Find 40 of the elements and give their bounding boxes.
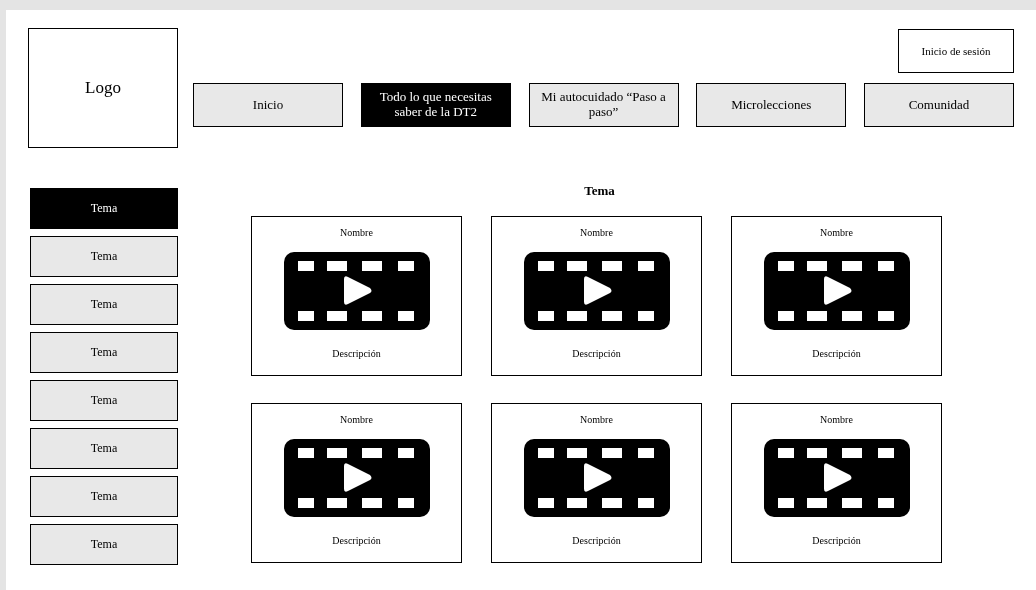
video-card[interactable]: Nombre Descripción xyxy=(491,215,702,376)
film-play-icon xyxy=(763,251,910,330)
topic-button[interactable]: Tema xyxy=(30,284,178,325)
video-description: Descripción xyxy=(812,533,861,548)
nav-tab[interactable]: Microlecciones xyxy=(696,83,847,127)
video-card[interactable]: Nombre Descripción xyxy=(731,402,942,563)
video-description: Descripción xyxy=(332,346,381,361)
video-card[interactable]: Nombre Descripción xyxy=(251,215,462,376)
video-name: Nombre xyxy=(820,225,853,240)
logo-text: Logo xyxy=(85,78,121,98)
nav-tab[interactable]: Inicio xyxy=(193,83,343,127)
video-description: Descripción xyxy=(572,346,621,361)
film-play-icon xyxy=(523,438,670,517)
video-description: Descripción xyxy=(572,533,621,548)
topic-button[interactable]: Tema xyxy=(30,236,178,277)
film-play-icon xyxy=(763,438,910,517)
video-name: Nombre xyxy=(580,412,613,427)
film-play-icon xyxy=(283,438,430,517)
video-description: Descripción xyxy=(812,346,861,361)
film-play-icon xyxy=(523,251,670,330)
video-card[interactable]: Nombre Descripción xyxy=(491,402,702,563)
video-name: Nombre xyxy=(340,412,373,427)
film-play-icon xyxy=(283,251,430,330)
topic-button[interactable]: Tema xyxy=(30,332,178,373)
video-name: Nombre xyxy=(580,225,613,240)
video-card[interactable]: Nombre Descripción xyxy=(731,215,942,376)
topic-button[interactable]: Tema xyxy=(30,380,178,421)
nav-tab[interactable]: Todo lo que necesitas saber de la DT2 xyxy=(360,83,511,127)
topic-button[interactable]: Tema xyxy=(30,524,178,565)
topic-button[interactable]: Tema xyxy=(30,188,178,229)
video-card[interactable]: Nombre Descripción xyxy=(251,402,462,563)
login-button[interactable]: Inicio de sesión xyxy=(898,29,1014,73)
video-name: Nombre xyxy=(340,225,373,240)
topic-button[interactable]: Tema xyxy=(30,428,178,469)
nav-tab[interactable]: Comunidad xyxy=(864,83,1014,127)
nav-tab[interactable]: Mi autocuidado “Paso a paso” xyxy=(528,83,679,127)
video-name: Nombre xyxy=(820,412,853,427)
section-heading: Tema xyxy=(583,182,616,200)
topic-button[interactable]: Tema xyxy=(30,476,178,517)
video-description: Descripción xyxy=(332,533,381,548)
